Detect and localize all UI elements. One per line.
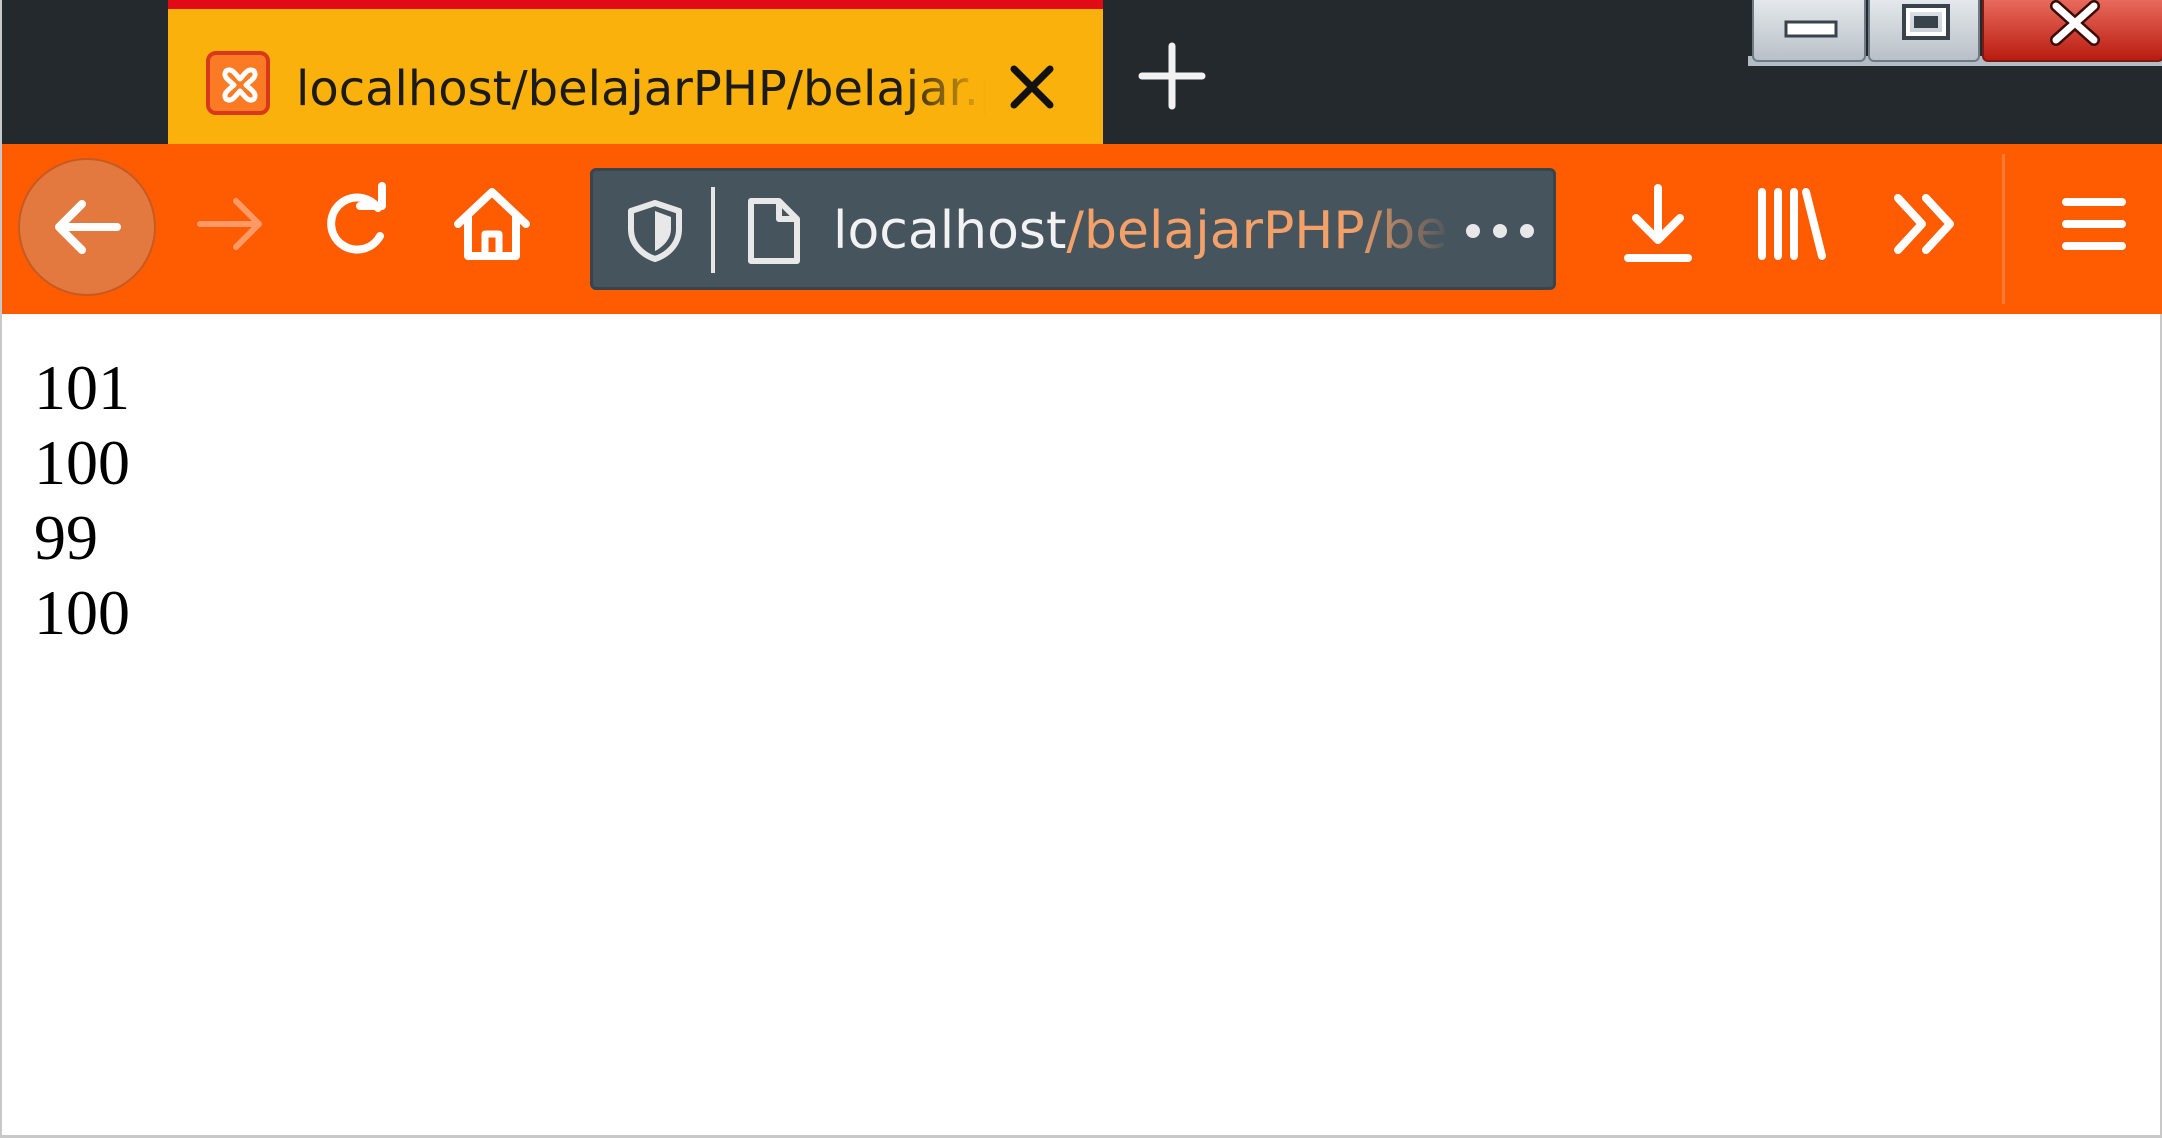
page-content: 101 100 99 100 <box>2 314 2160 1134</box>
shield-icon[interactable] <box>625 199 685 263</box>
url-path: /belajarPHP/belajar.php <box>1066 201 1453 261</box>
main-menu-button[interactable] <box>2046 174 2142 274</box>
back-button[interactable] <box>18 158 156 296</box>
library-icon <box>1758 188 1826 260</box>
reload-button[interactable] <box>308 174 408 274</box>
overflow-menu-button[interactable] <box>1878 174 1974 274</box>
page-actions-button[interactable] <box>1461 211 1539 251</box>
tab-active[interactable]: localhost/belajarPHP/belajar.php <box>168 0 1103 144</box>
url-text[interactable]: localhost/belajarPHP/belajar.php <box>833 193 1453 269</box>
downloads-button[interactable] <box>1610 174 1706 274</box>
url-host: localhost <box>833 201 1067 261</box>
download-icon <box>1624 184 1692 262</box>
hamburger-icon <box>2062 198 2126 250</box>
php-output: 101 100 99 100 <box>34 350 130 650</box>
page-icon[interactable] <box>743 195 803 267</box>
close-icon <box>2050 0 2100 46</box>
maximize-button[interactable] <box>1868 0 1980 62</box>
chevron-double-right-icon <box>1894 194 1954 254</box>
output-line: 99 <box>34 502 98 573</box>
output-line: 100 <box>34 427 130 498</box>
output-line: 101 <box>34 352 130 423</box>
minimize-button[interactable] <box>1752 0 1866 62</box>
tab-title: localhost/belajarPHP/belajar.php <box>296 61 986 117</box>
more-dots-icon <box>1466 224 1534 238</box>
url-divider <box>711 187 715 273</box>
tab-strip: localhost/belajarPHP/belajar.php <box>2 0 2162 144</box>
plus-icon <box>1138 42 1206 110</box>
browser-window: localhost/belajarPHP/belajar.php <box>0 0 2162 1138</box>
toolbar-separator <box>2002 154 2005 304</box>
new-tab-button[interactable] <box>1132 36 1212 116</box>
minimize-icon <box>1784 20 1838 38</box>
home-button[interactable] <box>442 174 542 274</box>
tab-close-button[interactable] <box>1004 59 1060 115</box>
library-button[interactable] <box>1742 174 1838 274</box>
reload-icon <box>327 182 386 254</box>
output-line: 100 <box>34 577 130 648</box>
maximize-icon <box>1902 4 1950 40</box>
arrow-left-icon <box>55 200 121 254</box>
xampp-icon <box>206 51 270 115</box>
forward-button[interactable] <box>182 174 282 274</box>
nav-toolbar: localhost/belajarPHP/belajar.php <box>2 144 2162 314</box>
window-close-button[interactable] <box>1982 0 2162 62</box>
url-bar[interactable]: localhost/belajarPHP/belajar.php <box>590 168 1556 290</box>
arrow-right-icon <box>197 198 262 250</box>
close-icon <box>1010 65 1054 109</box>
home-icon <box>454 188 530 260</box>
